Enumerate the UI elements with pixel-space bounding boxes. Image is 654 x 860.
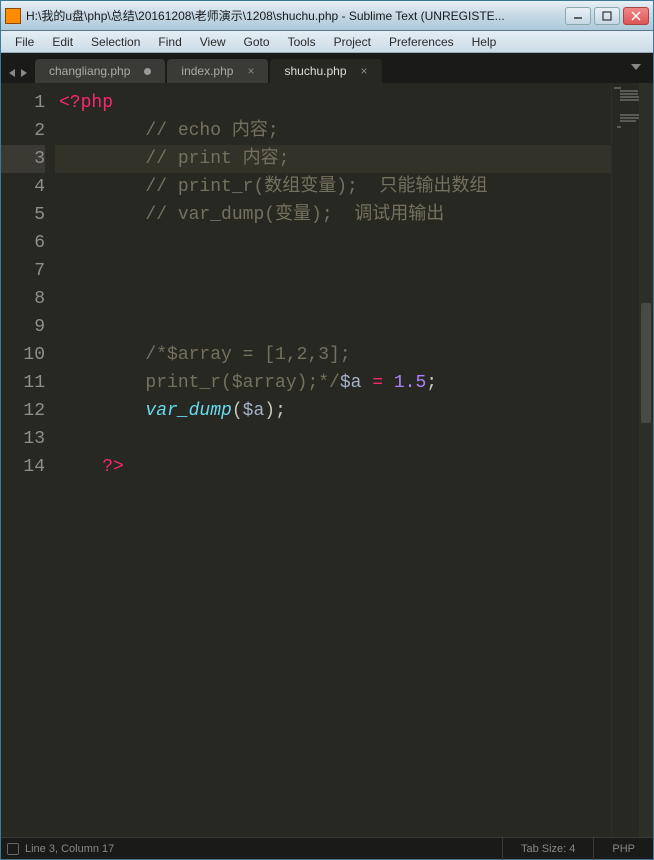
menu-help[interactable]: Help — [464, 33, 505, 51]
lineno: 12 — [1, 397, 45, 425]
code-line-9 — [59, 313, 611, 341]
menu-preferences[interactable]: Preferences — [381, 33, 462, 51]
code-line-4: // print_r(数组变量); 只能输出数组 — [59, 173, 611, 201]
lineno: 5 — [1, 201, 45, 229]
menu-find[interactable]: Find — [150, 33, 189, 51]
tabbar: changliang.php index.php × shuchu.php × — [1, 53, 653, 83]
status-right: Tab Size: 4 PHP — [502, 838, 653, 860]
lineno: 2 — [1, 117, 45, 145]
code-line-10: /*$array = [1,2,3]; — [59, 341, 611, 369]
menu-project[interactable]: Project — [326, 33, 379, 51]
cursor-position[interactable]: Line 3, Column 17 — [25, 843, 114, 855]
lineno: 6 — [1, 229, 45, 257]
code-line-13 — [59, 425, 611, 453]
maximize-icon — [602, 11, 612, 21]
code-line-8 — [59, 285, 611, 313]
tab-label: shuchu.php — [284, 64, 346, 78]
scroll-thumb[interactable] — [641, 303, 651, 423]
lineno: 8 — [1, 285, 45, 313]
menu-edit[interactable]: Edit — [44, 33, 81, 51]
tab-close-icon[interactable]: × — [361, 64, 368, 78]
code-area[interactable]: <?php // echo 内容; // print 内容; // print_… — [59, 83, 611, 838]
lineno: 13 — [1, 425, 45, 453]
lineno: 7 — [1, 257, 45, 285]
panel-toggle-icon[interactable] — [7, 843, 19, 855]
code-line-1: <?php — [59, 89, 611, 117]
arrow-left-icon — [9, 69, 17, 77]
code-line-6 — [59, 229, 611, 257]
code-line-5: // var_dump(变量); 调试用输出 — [59, 201, 611, 229]
menubar: File Edit Selection Find View Goto Tools… — [1, 31, 653, 53]
menu-view[interactable]: View — [192, 33, 234, 51]
code-line-11: print_r($array);*/$a = 1.5; — [59, 369, 611, 397]
editor[interactable]: 1 2 3 4 5 6 7 8 9 10 11 12 13 14 <?php /… — [1, 83, 653, 838]
lineno: 1 — [1, 89, 45, 117]
close-button[interactable] — [623, 7, 649, 25]
code-line-7 — [59, 257, 611, 285]
code-line-2: // echo 内容; — [59, 117, 611, 145]
tab-label: changliang.php — [49, 64, 130, 78]
menu-goto[interactable]: Goto — [236, 33, 278, 51]
dirty-indicator-icon — [144, 68, 151, 75]
tab-dropdown[interactable] — [631, 59, 649, 83]
chevron-down-icon — [631, 62, 641, 72]
close-icon — [631, 11, 641, 21]
titlebar: H:\我的u盘\php\总结\20161208\老师演示\1208\shuchu… — [1, 1, 653, 31]
lineno: 4 — [1, 173, 45, 201]
app-icon — [5, 8, 21, 24]
maximize-button[interactable] — [594, 7, 620, 25]
code-line-12: var_dump($a); — [59, 397, 611, 425]
minimize-button[interactable] — [565, 7, 591, 25]
statusbar: Line 3, Column 17 Tab Size: 4 PHP — [1, 837, 653, 859]
minimize-icon — [573, 11, 583, 21]
tab-label: index.php — [181, 64, 233, 78]
gutter: 1 2 3 4 5 6 7 8 9 10 11 12 13 14 — [1, 83, 59, 838]
tab-close-icon[interactable]: × — [247, 64, 254, 78]
lineno: 3 — [1, 145, 45, 173]
lineno: 14 — [1, 453, 45, 481]
menu-file[interactable]: File — [7, 33, 42, 51]
menu-selection[interactable]: Selection — [83, 33, 148, 51]
tab-shuchu[interactable]: shuchu.php × — [270, 59, 381, 83]
menu-tools[interactable]: Tools — [280, 33, 324, 51]
lineno: 10 — [1, 341, 45, 369]
tab-index[interactable]: index.php × — [167, 59, 268, 83]
status-left: Line 3, Column 17 — [1, 843, 120, 855]
code-line-14: ?> — [59, 453, 611, 481]
language-mode[interactable]: PHP — [593, 838, 653, 860]
lineno: 9 — [1, 313, 45, 341]
arrow-right-icon — [19, 69, 27, 77]
minimap[interactable] — [611, 83, 653, 838]
vertical-scrollbar[interactable] — [639, 83, 653, 838]
window-title: H:\我的u盘\php\总结\20161208\老师演示\1208\shuchu… — [26, 7, 565, 24]
tab-nav-arrows[interactable] — [5, 69, 35, 83]
tab-changliang[interactable]: changliang.php — [35, 59, 165, 83]
lineno: 11 — [1, 369, 45, 397]
window-buttons — [565, 7, 649, 25]
tab-size[interactable]: Tab Size: 4 — [502, 838, 593, 860]
code-line-3: // print 内容; — [55, 145, 611, 173]
